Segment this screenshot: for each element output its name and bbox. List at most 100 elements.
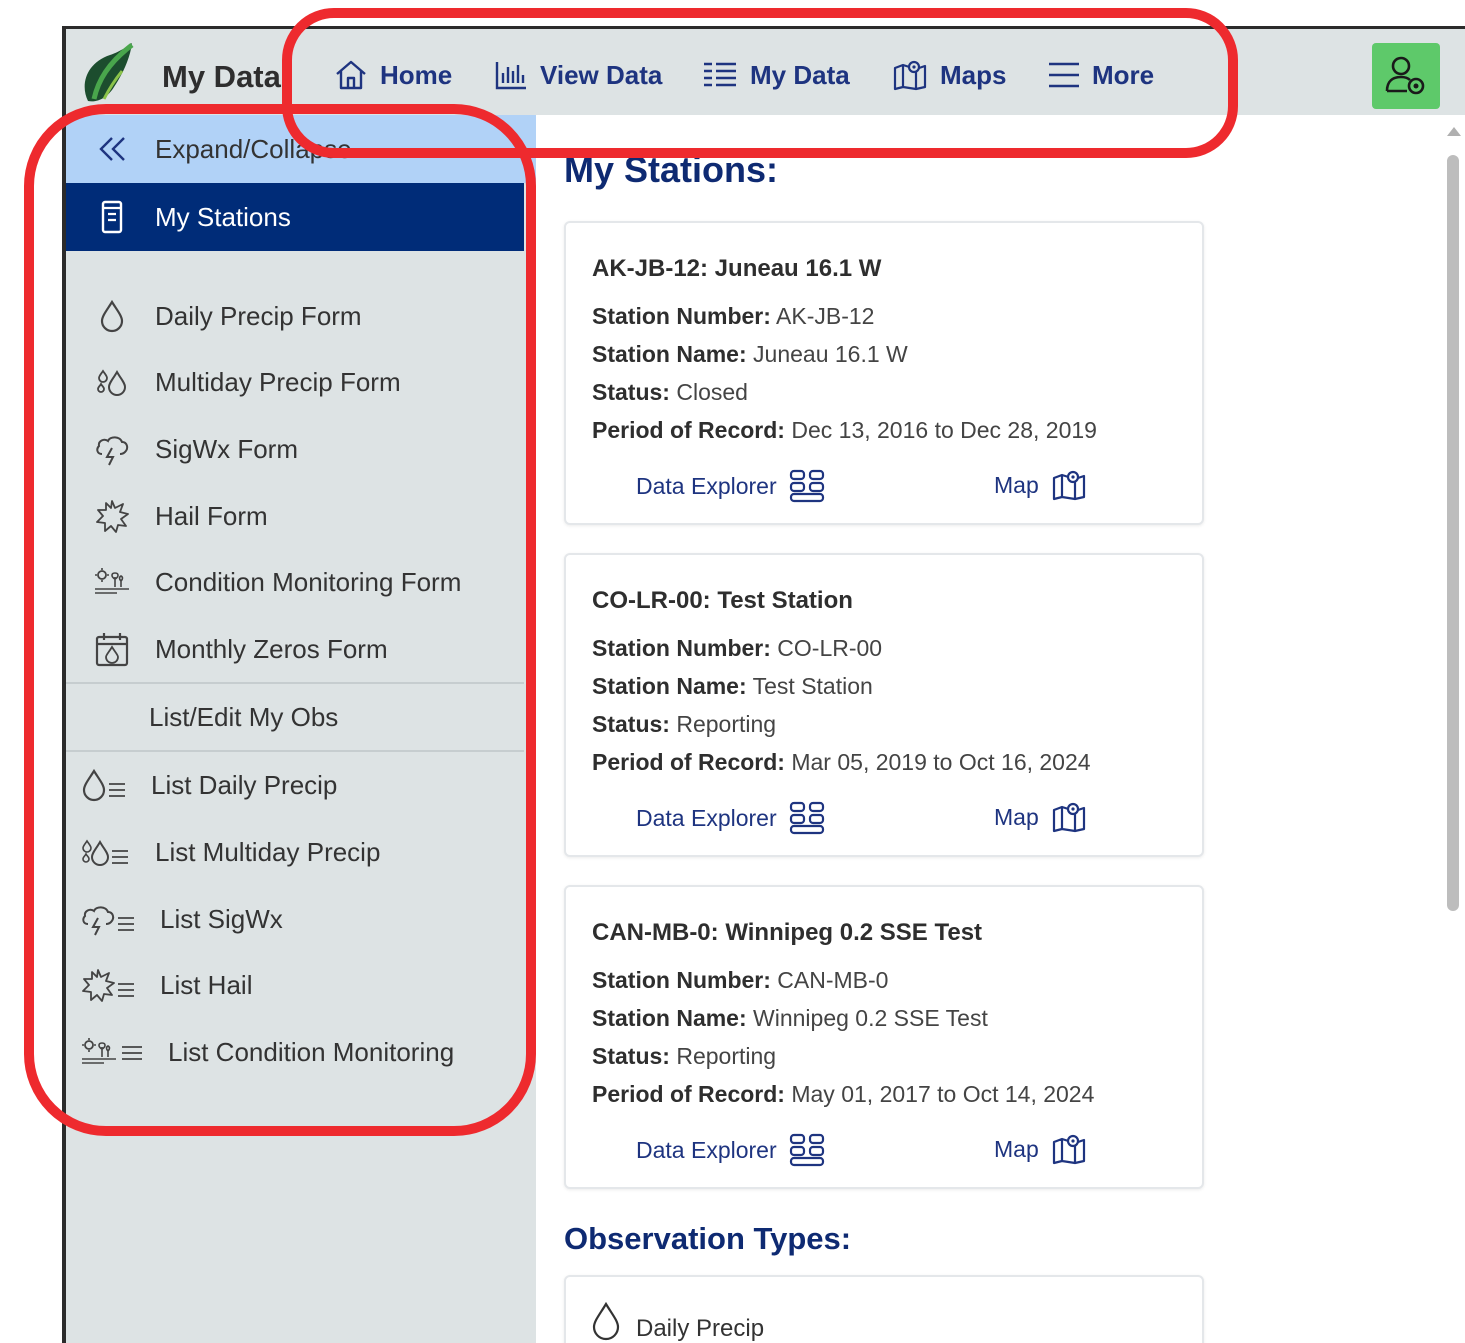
field-label: Period of Record:	[592, 417, 785, 443]
nav-view-data[interactable]: View Data	[494, 57, 662, 93]
expand-collapse-button[interactable]: Expand/Collapse	[66, 115, 536, 183]
station-number-field: Station Number: AK-JB-12	[592, 303, 874, 330]
station-name-field: Station Name: Test Station	[592, 673, 873, 700]
sidebar-item-label: Multiday Precip Form	[155, 366, 401, 397]
map-label: Map	[994, 1135, 1039, 1162]
station-card: CAN-MB-0: Winnipeg 0.2 SSE Test Station …	[564, 885, 1204, 1189]
station-card: CO-LR-00: Test Station Station Number: C…	[564, 553, 1204, 857]
multi-drop-icon	[92, 362, 132, 402]
station-icon	[92, 197, 132, 237]
sidebar-section-label: List/Edit My Obs	[149, 701, 339, 732]
data-explorer-link[interactable]: Data Explorer	[636, 1133, 825, 1167]
scrollbar-thumb[interactable]	[1447, 155, 1459, 911]
sidebar-item-my-stations[interactable]: My Stations	[66, 183, 524, 251]
grid-icon	[789, 801, 824, 835]
station-status-field: Status: Reporting	[592, 1043, 776, 1070]
data-explorer-link[interactable]: Data Explorer	[636, 469, 825, 503]
scroll-up-arrow-icon[interactable]	[1447, 127, 1461, 136]
field-value: Reporting	[676, 1043, 777, 1069]
calendar-icon	[92, 629, 132, 669]
page-brand-title: My Data	[162, 59, 281, 94]
home-icon	[336, 60, 366, 90]
field-label: Status:	[592, 711, 670, 737]
sidebar-item-multiday-precip-form[interactable]: Multiday Precip Form	[66, 349, 524, 415]
sidebar-item-list-sigwx[interactable]: List SigWx	[66, 886, 524, 952]
nav-more-label: More	[1092, 59, 1155, 90]
user-settings-button[interactable]	[1372, 43, 1440, 109]
station-name-field: Station Name: Juneau 16.1 W	[592, 341, 908, 368]
station-status-field: Status: Reporting	[592, 711, 776, 738]
map-label: Map	[994, 471, 1039, 498]
user-settings-icon	[1385, 56, 1425, 95]
map-link[interactable]: Map	[994, 469, 1087, 501]
sidebar-item-list-multiday-precip[interactable]: List Multiday Precip	[66, 819, 524, 885]
logo-icon[interactable]	[76, 41, 142, 109]
sidebar-item-label: Condition Monitoring Form	[155, 566, 462, 597]
map-label: Map	[994, 803, 1039, 830]
map-link[interactable]: Map	[994, 801, 1087, 833]
map-icon	[1052, 1134, 1085, 1165]
station-number-field: Station Number: CO-LR-00	[592, 635, 882, 662]
sidebar-item-list-hail[interactable]: List Hail	[66, 952, 524, 1018]
field-label: Period of Record:	[592, 749, 785, 775]
field-value: CO-LR-00	[777, 635, 883, 661]
nav-maps-label: Maps	[940, 59, 1007, 90]
data-explorer-link[interactable]: Data Explorer	[636, 801, 825, 835]
condition-icon	[92, 562, 132, 602]
map-icon	[893, 60, 927, 91]
top-navigation-bar: My Data Home View Data My Data Maps More	[66, 29, 1465, 115]
section-title-my-stations: My Stations:	[564, 149, 779, 190]
sidebar-item-label: Daily Precip Form	[155, 300, 362, 331]
sidebar-section-list-edit-my-obs: List/Edit My Obs	[66, 684, 524, 750]
nav-my-data[interactable]: My Data	[702, 57, 850, 93]
data-explorer-label: Data Explorer	[636, 472, 777, 499]
app-window: My Data Home View Data My Data Maps More	[62, 26, 1465, 1343]
sidebar: Expand/Collapse My Stations Daily Precip…	[66, 115, 536, 1343]
drop-icon	[592, 1301, 620, 1341]
sidebar-item-label: Monthly Zeros Form	[155, 633, 388, 664]
drop-icon	[92, 296, 132, 336]
map-link[interactable]: Map	[994, 1133, 1087, 1165]
field-value: Juneau 16.1 W	[753, 341, 908, 367]
station-status-field: Status: Closed	[592, 379, 748, 406]
hail-icon	[92, 496, 132, 536]
station-name-field: Station Name: Winnipeg 0.2 SSE Test	[592, 1005, 988, 1032]
sidebar-item-label: Hail Form	[155, 500, 268, 531]
map-icon	[1052, 470, 1085, 501]
drop-list-icon	[80, 765, 130, 805]
sidebar-item-condition-monitoring-form[interactable]: Condition Monitoring Form	[66, 549, 524, 615]
station-number-field: Station Number: CAN-MB-0	[592, 967, 888, 994]
sidebar-item-daily-precip-form[interactable]: Daily Precip Form	[66, 283, 524, 349]
sidebar-item-hail-form[interactable]: Hail Form	[66, 483, 524, 549]
nav-view-data-label: View Data	[540, 59, 663, 90]
station-card-title: AK-JB-12: Juneau 16.1 W	[592, 255, 882, 282]
nav-more[interactable]: More	[1048, 57, 1154, 93]
list-icon	[704, 62, 736, 87]
data-explorer-label: Data Explorer	[636, 1136, 777, 1163]
main-content: My Stations: AK-JB-12: Juneau 16.1 W Sta…	[536, 115, 1465, 1343]
nav-home[interactable]: Home	[334, 57, 452, 93]
sidebar-item-list-condition-monitoring[interactable]: List Condition Monitoring	[66, 1019, 524, 1085]
sidebar-item-label: List Hail	[160, 969, 253, 1000]
double-chevron-left-icon	[92, 129, 132, 169]
sidebar-item-sigwx-form[interactable]: SigWx Form	[66, 416, 524, 482]
station-card-title: CO-LR-00: Test Station	[592, 587, 853, 614]
field-value: May 01, 2017 to Oct 14, 2024	[791, 1081, 1095, 1107]
station-period-field: Period of Record: Mar 05, 2019 to Oct 16…	[592, 749, 1091, 776]
sidebar-item-list-daily-precip[interactable]: List Daily Precip	[66, 752, 524, 818]
grid-icon	[789, 469, 824, 503]
field-value: Winnipeg 0.2 SSE Test	[753, 1005, 988, 1031]
sidebar-item-monthly-zeros-form[interactable]: Monthly Zeros Form	[66, 616, 524, 682]
field-label: Station Number:	[592, 303, 771, 329]
sidebar-item-label: List Multiday Precip	[155, 836, 381, 867]
nav-maps[interactable]: Maps	[892, 57, 1006, 93]
bar-chart-icon	[495, 62, 526, 90]
station-period-field: Period of Record: Dec 13, 2016 to Dec 28…	[592, 417, 1097, 444]
station-card-title: CAN-MB-0: Winnipeg 0.2 SSE Test	[592, 919, 983, 946]
grid-icon	[789, 1133, 824, 1167]
observation-type-card[interactable]: Daily Precip	[564, 1275, 1204, 1343]
field-label: Station Name:	[592, 341, 747, 367]
field-value: Closed	[676, 379, 748, 405]
field-value: AK-JB-12	[776, 303, 875, 329]
data-explorer-label: Data Explorer	[636, 804, 777, 831]
